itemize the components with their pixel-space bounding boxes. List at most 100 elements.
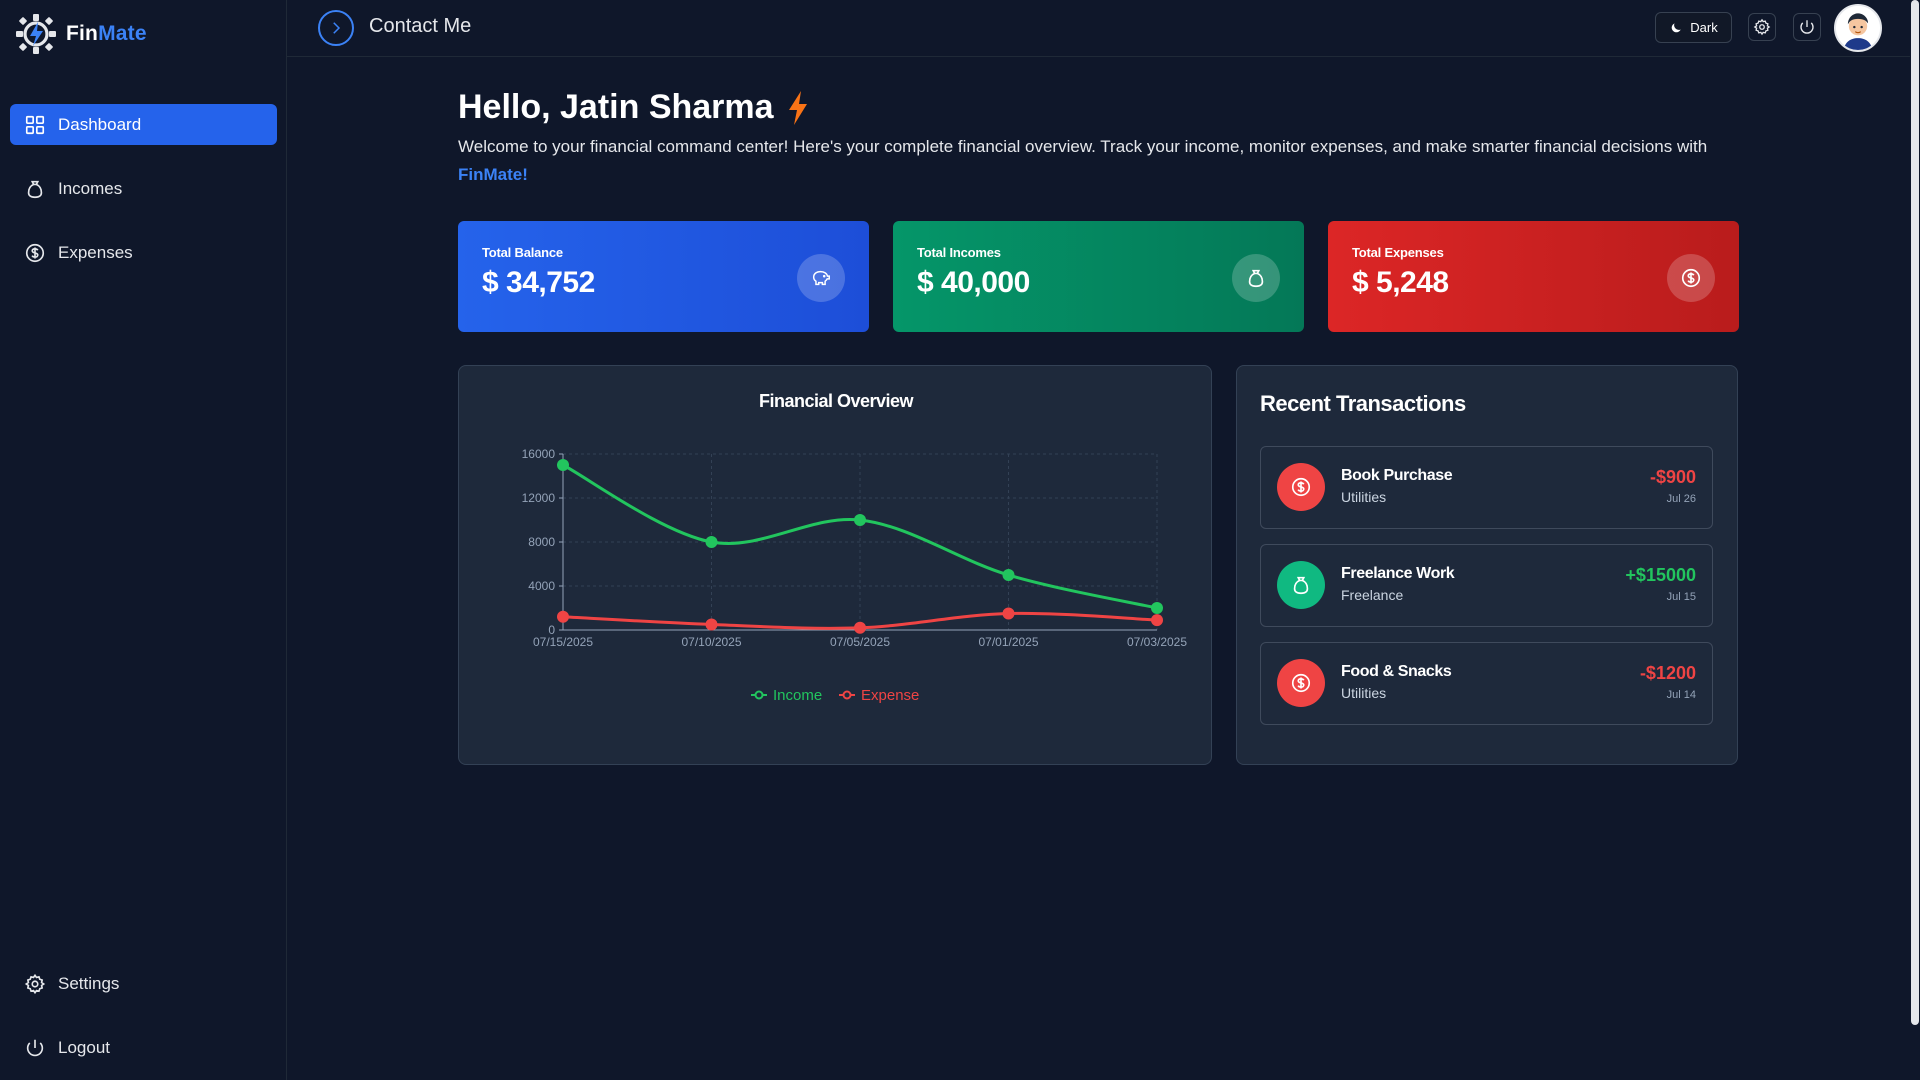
y-tick-label: 12000 [522, 491, 556, 505]
dollar-circle-icon [1681, 268, 1701, 288]
sidebar-item-logout[interactable]: Logout [10, 1027, 277, 1068]
x-tick-label: 07/10/2025 [681, 635, 741, 649]
transaction-date: Jul 26 [1666, 493, 1696, 505]
recent-transactions-panel: Recent Transactions Book Purchase Utilit… [1236, 365, 1738, 765]
total-expenses-card: Total Expenses $ 5,248 [1328, 221, 1739, 332]
dashboard-icon [25, 115, 45, 134]
settings-button[interactable] [1748, 13, 1776, 41]
data-point-expense [1002, 607, 1015, 620]
sidebar-item-label: Incomes [58, 178, 123, 198]
legend-marker [754, 690, 764, 700]
financial-overview-panel: Financial Overview 0 4000 8000 12000 16000 07… [458, 365, 1212, 765]
transaction-amount: -$900 [1649, 467, 1696, 487]
page-scrollbar[interactable] [1910, 0, 1920, 1080]
transaction-category: Freelance [1341, 587, 1404, 603]
sidebar-item-expenses[interactable]: Expenses [10, 232, 277, 273]
sidebar-item-settings[interactable]: Settings [10, 963, 277, 1004]
power-icon [1800, 20, 1814, 34]
card-value: $ 5,248 [1352, 266, 1449, 299]
line-chart: 040008000120001600007/15/2025 07/10/2025 0… [522, 447, 1188, 704]
card-icon [797, 254, 845, 302]
sidebar-toggle-button[interactable] [318, 10, 354, 46]
data-point-expense [705, 618, 718, 631]
transaction-category: Utilities [1341, 489, 1387, 505]
moon-icon [1671, 22, 1681, 32]
x-tick-label: 07/15/2025 [533, 635, 593, 649]
y-tick-label: 8000 [528, 535, 555, 549]
x-tick-label: 07/03/2025 [1127, 635, 1187, 649]
y-tick-label: 4000 [528, 579, 555, 593]
money-bag-icon [27, 180, 43, 198]
y-tick-label: 16000 [522, 447, 556, 461]
lightning-icon [788, 90, 807, 125]
transaction-category: Utilities [1341, 685, 1387, 701]
card-icon [1667, 254, 1715, 302]
transaction-name: Book Purchase [1341, 467, 1453, 484]
logout-button[interactable] [1793, 13, 1821, 41]
data-point-expense [557, 610, 569, 623]
transaction-item[interactable]: Food & Snacks Utilities -$1200 Jul 14 [1260, 642, 1713, 725]
user-avatar-icon [1836, 6, 1880, 50]
transaction-amount: -$1200 [1639, 663, 1696, 683]
data-point-expense [1151, 614, 1163, 627]
scrollbar-thumb[interactable] [1911, 0, 1919, 1025]
dollar-circle-icon [1291, 673, 1311, 693]
transaction-date: Jul 15 [1666, 591, 1696, 603]
transaction-name: Food & Snacks [1341, 663, 1452, 680]
card-icon [1232, 254, 1280, 302]
top-header: Contact Me Dark [287, 0, 1910, 57]
card-value: $ 40,000 [917, 266, 1030, 299]
sidebar-item-incomes[interactable]: Incomes [10, 168, 277, 209]
theme-label: Dark [1690, 20, 1718, 35]
sidebar-bottom: Settings Logout [10, 963, 277, 1080]
x-tick-label: 07/01/2025 [978, 635, 1038, 649]
sidebar-item-label: Logout [58, 1037, 110, 1057]
dollar-circle-icon [25, 243, 45, 262]
transaction-amount: +$15000 [1625, 565, 1696, 585]
card-value: $ 34,752 [482, 266, 595, 299]
card-label: Total Expenses [1352, 245, 1444, 260]
welcome-brand: FinMate! [458, 165, 528, 184]
avatar[interactable] [1834, 4, 1882, 52]
piggy-bank-icon [812, 270, 830, 286]
sidebar-item-label: Dashboard [58, 114, 142, 134]
gear-icon [1753, 18, 1771, 36]
data-point-income [557, 459, 569, 471]
card-label: Total Balance [482, 245, 563, 260]
transaction-item[interactable]: Freelance Work Freelance +$15000 Jul 15 [1260, 544, 1713, 627]
contact-me-link[interactable]: Contact Me [369, 15, 471, 38]
money-bag-icon [1293, 576, 1309, 595]
money-bag-icon [1248, 269, 1264, 288]
sidebar: FinMate Dashboard Incomes Expenses Setti… [0, 0, 287, 1080]
transaction-date: Jul 14 [1666, 689, 1696, 701]
transaction-icon [1277, 659, 1325, 707]
legend-marker [842, 690, 852, 700]
transaction-item[interactable]: Book Purchase Utilities -$900 Jul 26 [1260, 446, 1713, 529]
data-point-expense [854, 621, 866, 634]
gear-logo-icon [16, 14, 56, 54]
transaction-icon [1277, 463, 1325, 511]
power-icon [26, 1039, 44, 1056]
page-title: Hello, Jatin Sharma [458, 88, 810, 127]
transactions-title: Recent Transactions [1260, 391, 1466, 416]
sidebar-item-dashboard[interactable]: Dashboard [10, 104, 277, 145]
sidebar-item-label: Settings [58, 973, 120, 993]
data-point-income [1002, 569, 1015, 581]
logo[interactable]: FinMate [14, 12, 147, 56]
transaction-name: Freelance Work [1341, 565, 1455, 582]
sidebar-nav: Dashboard Incomes Expenses [10, 104, 277, 296]
legend-label: Income [773, 687, 822, 704]
sidebar-item-label: Expenses [58, 242, 133, 262]
theme-toggle-button[interactable]: Dark [1655, 12, 1732, 43]
chevron-right-icon [333, 22, 341, 34]
brand-name: FinMate [66, 22, 147, 45]
data-point-income [705, 536, 718, 548]
app: FinMate Dashboard Incomes Expenses Setti… [0, 0, 1920, 1080]
x-tick-label: 07/05/2025 [830, 635, 890, 649]
legend-label: Expense [861, 687, 919, 704]
data-point-income [1151, 602, 1163, 614]
greeting-text: Hello, Jatin Sharma [458, 88, 774, 126]
total-balance-card: Total Balance $ 34,752 [458, 221, 869, 332]
welcome-text: Welcome to your financial command center… [458, 137, 1708, 184]
total-incomes-card: Total Incomes $ 40,000 [893, 221, 1304, 332]
